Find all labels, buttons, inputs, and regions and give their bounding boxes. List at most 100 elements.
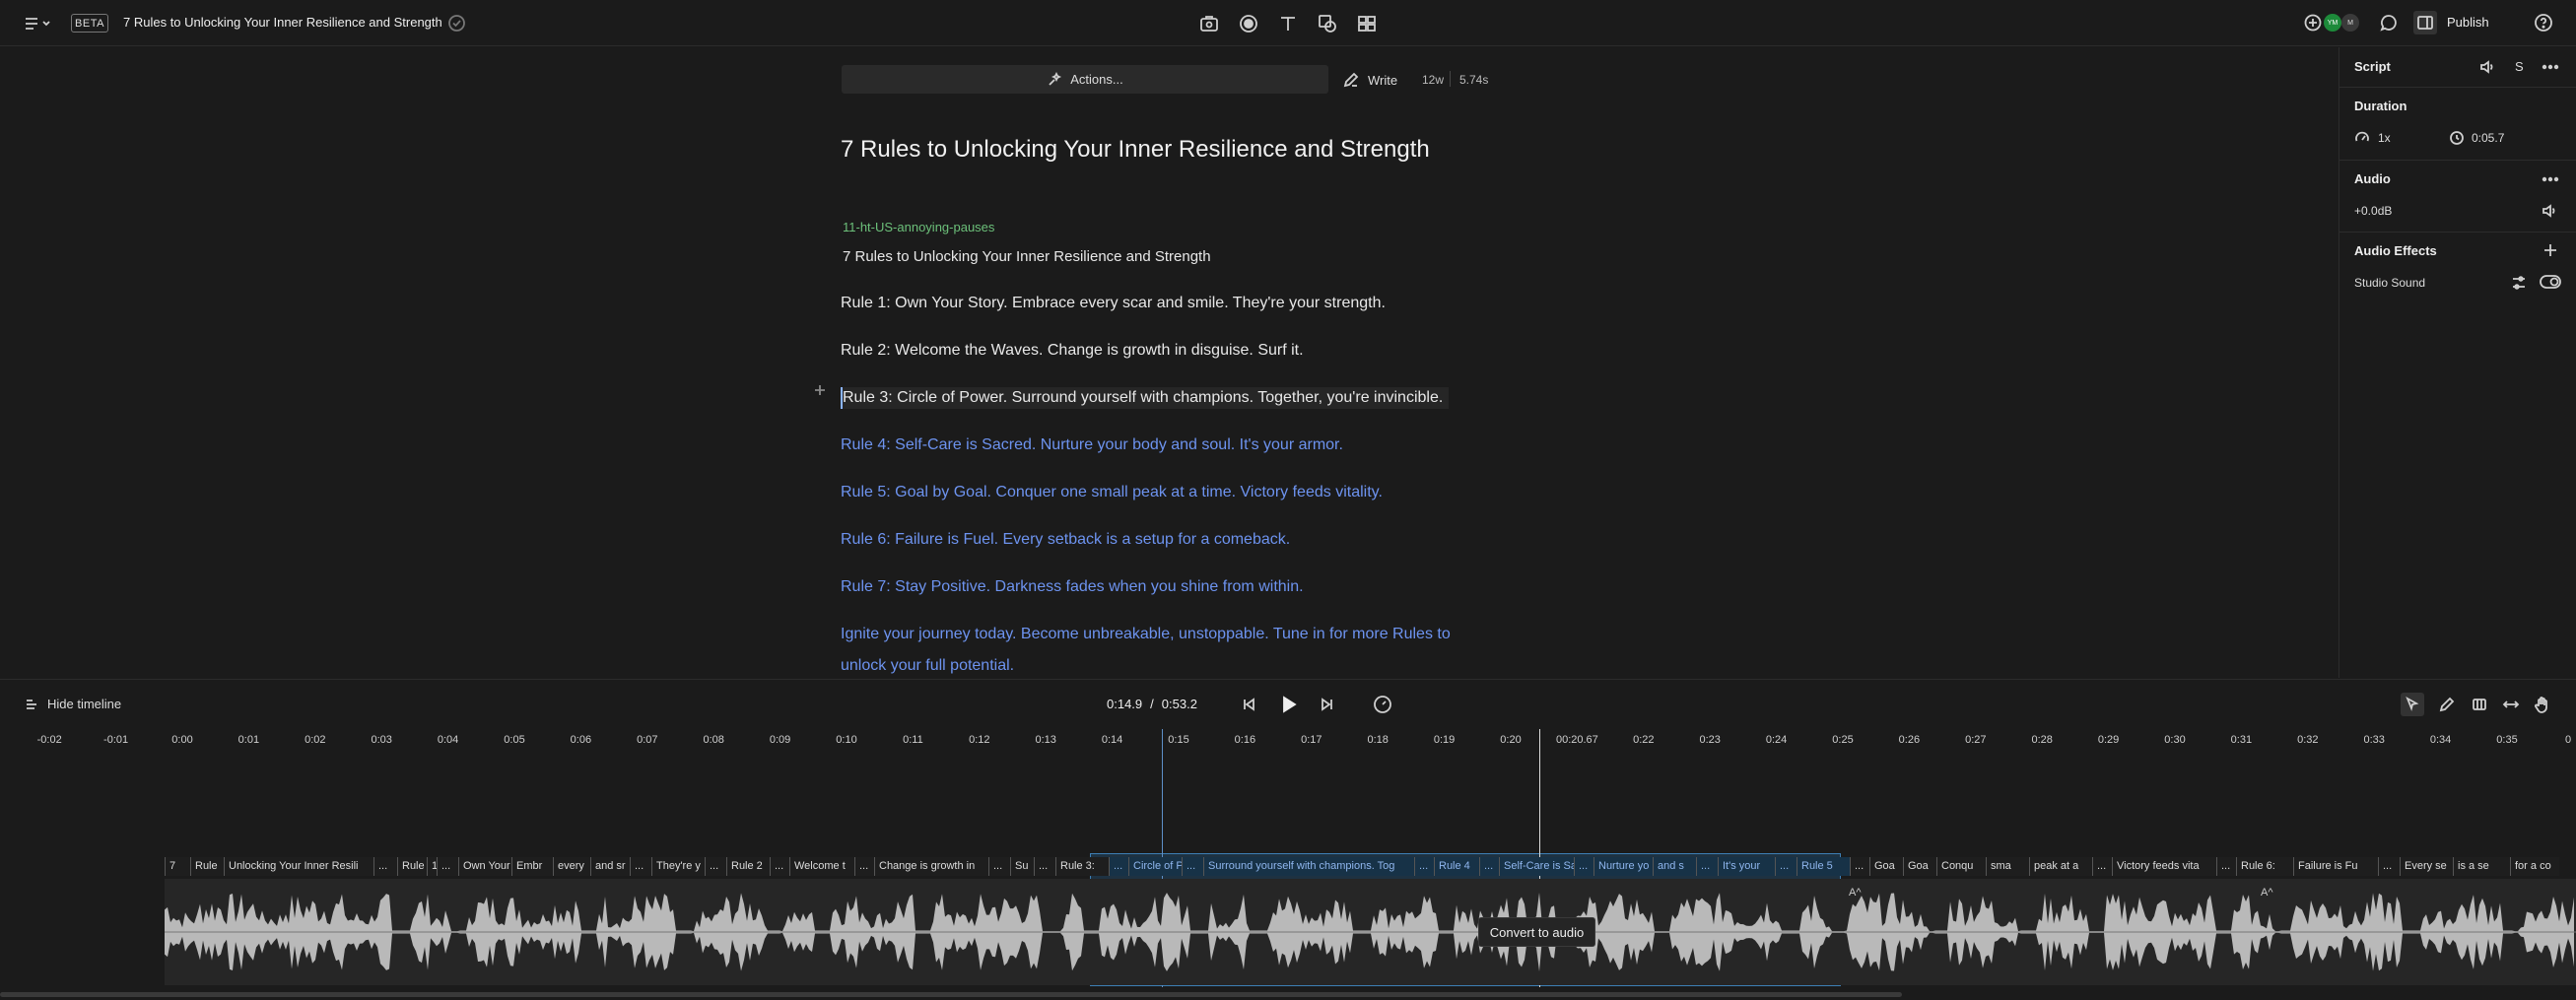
- document-title[interactable]: 7 Rules to Unlocking Your Inner Resilien…: [123, 14, 442, 32]
- convert-to-audio-tooltip[interactable]: Convert to audio: [1478, 917, 1595, 947]
- script-paragraph[interactable]: unlock your full potential.: [841, 655, 1014, 677]
- word-track[interactable]: 7RuleUnlocking Your Inner Resili...Rule1…: [165, 857, 2576, 876]
- script-paragraph[interactable]: Rule 4: Self-Care is Sacred. Nurture you…: [841, 434, 1343, 456]
- word-segment[interactable]: Failure is Fu: [2293, 857, 2378, 876]
- word-segment[interactable]: Surround yourself with champions. Tog: [1203, 857, 1414, 876]
- word-segment[interactable]: 1: [427, 857, 437, 876]
- word-segment[interactable]: ...: [1850, 857, 1869, 876]
- comment-icon[interactable]: [2379, 13, 2399, 33]
- help-icon[interactable]: [2534, 13, 2553, 33]
- word-segment[interactable]: Welcome t: [789, 857, 854, 876]
- menu-icon[interactable]: [24, 15, 53, 33]
- script-paragraph[interactable]: 7 Rules to Unlocking Your Inner Resilien…: [843, 246, 1211, 268]
- sliders-icon[interactable]: [2510, 274, 2528, 292]
- word-segment[interactable]: Rule 6:: [2236, 857, 2293, 876]
- word-segment[interactable]: Rule 4: [1434, 857, 1479, 876]
- hand-tool-icon[interactable]: [2532, 694, 2553, 715]
- word-segment[interactable]: Change is growth in: [874, 857, 988, 876]
- playback-speed-icon[interactable]: [1372, 694, 1393, 715]
- word-segment[interactable]: It's your: [1718, 857, 1775, 876]
- word-segment[interactable]: and s: [1653, 857, 1696, 876]
- track-marker[interactable]: A^: [1849, 887, 1862, 899]
- add-effect-icon[interactable]: [2542, 242, 2558, 258]
- word-segment[interactable]: is a se: [2453, 857, 2510, 876]
- studio-sound-toggle[interactable]: [2540, 275, 2561, 289]
- word-segment[interactable]: They're y: [651, 857, 705, 876]
- word-segment[interactable]: ...: [1034, 857, 1055, 876]
- skip-forward-icon[interactable]: [1318, 695, 1337, 714]
- speaker-label[interactable]: 11-ht-US-annoying-pauses: [843, 219, 994, 236]
- word-segment[interactable]: Victory feeds vita: [2112, 857, 2216, 876]
- word-segment[interactable]: Every se: [2400, 857, 2453, 876]
- trim-tool-icon[interactable]: [2469, 694, 2490, 715]
- select-tool-icon[interactable]: [2401, 693, 2424, 716]
- word-segment[interactable]: ...: [1775, 857, 1796, 876]
- word-segment[interactable]: ...: [770, 857, 789, 876]
- script-paragraph[interactable]: Rule 3: Circle of Power. Surround yourse…: [841, 387, 1450, 409]
- add-block-icon[interactable]: [812, 382, 828, 398]
- toggle-panel-icon[interactable]: [2413, 11, 2437, 34]
- gain-value[interactable]: +0.0dB: [2354, 204, 2392, 218]
- word-segment[interactable]: ...: [2216, 857, 2236, 876]
- word-segment[interactable]: ...: [2378, 857, 2400, 876]
- word-segment[interactable]: Conqu: [1936, 857, 1986, 876]
- more-icon[interactable]: [2541, 58, 2560, 76]
- avatar[interactable]: YM: [2324, 14, 2341, 32]
- more-icon[interactable]: [2541, 170, 2560, 188]
- word-segment[interactable]: Rule 5: [1796, 857, 1850, 876]
- record-box-icon[interactable]: [1198, 13, 1220, 34]
- play-icon[interactable]: [1277, 694, 1299, 715]
- word-segment[interactable]: Unlocking Your Inner Resili: [224, 857, 373, 876]
- word-segment[interactable]: Self-Care is Sa: [1499, 857, 1574, 876]
- word-segment[interactable]: Su: [1010, 857, 1034, 876]
- fit-width-icon[interactable]: [2500, 694, 2522, 715]
- add-collaborator-icon[interactable]: [2304, 14, 2322, 32]
- word-segment[interactable]: Goa: [1869, 857, 1903, 876]
- edit-tool-icon[interactable]: [2436, 694, 2458, 715]
- word-segment[interactable]: ...: [437, 857, 458, 876]
- script-paragraph[interactable]: Rule 2: Welcome the Waves. Change is gro…: [841, 340, 1304, 362]
- word-segment[interactable]: 7: [165, 857, 190, 876]
- script-paragraph[interactable]: Ignite your journey today. Become unbrea…: [841, 624, 1451, 645]
- word-segment[interactable]: ...: [1696, 857, 1718, 876]
- skip-back-icon[interactable]: [1239, 695, 1258, 714]
- word-segment[interactable]: Nurture yo: [1593, 857, 1653, 876]
- time-ruler[interactable]: -0:03-0:02-0:010:000:010:020:030:040:050…: [0, 729, 2576, 751]
- script-paragraph[interactable]: Rule 6: Failure is Fuel. Every setback i…: [841, 529, 1290, 551]
- word-segment[interactable]: sma: [1986, 857, 2029, 876]
- word-segment[interactable]: Rule 3:: [1055, 857, 1109, 876]
- word-segment[interactable]: Goa: [1903, 857, 1936, 876]
- word-segment[interactable]: ...: [1414, 857, 1434, 876]
- word-segment[interactable]: and sr: [590, 857, 630, 876]
- word-segment[interactable]: ...: [1182, 857, 1203, 876]
- grid-icon[interactable]: [1356, 13, 1378, 34]
- word-segment[interactable]: ...: [373, 857, 397, 876]
- text-icon[interactable]: [1277, 13, 1299, 34]
- duration-value[interactable]: 0:05.7: [2472, 131, 2504, 145]
- word-segment[interactable]: Rule: [190, 857, 224, 876]
- publish-button[interactable]: Publish: [2447, 13, 2489, 33]
- page-title[interactable]: 7 Rules to Unlocking Your Inner Resilien…: [841, 133, 1430, 167]
- word-segment[interactable]: Circle of P: [1128, 857, 1182, 876]
- word-segment[interactable]: peak at a: [2029, 857, 2092, 876]
- write-button[interactable]: Write: [1342, 71, 1397, 89]
- track-marker[interactable]: A^: [2261, 887, 2273, 899]
- word-segment[interactable]: ...: [1109, 857, 1128, 876]
- word-segment[interactable]: Rule: [397, 857, 427, 876]
- word-segment[interactable]: ...: [705, 857, 726, 876]
- avatar[interactable]: M: [2341, 14, 2359, 32]
- speaker-icon[interactable]: [2478, 58, 2496, 76]
- shapes-icon[interactable]: [1317, 13, 1338, 34]
- word-segment[interactable]: ...: [988, 857, 1010, 876]
- word-segment[interactable]: ...: [854, 857, 874, 876]
- word-segment[interactable]: ...: [630, 857, 651, 876]
- word-segment[interactable]: Own Your: [458, 857, 511, 876]
- horizontal-scrollbar[interactable]: [0, 990, 2576, 1000]
- actions-button[interactable]: Actions...: [842, 65, 1328, 94]
- word-segment[interactable]: Embr: [511, 857, 553, 876]
- word-segment[interactable]: ...: [2092, 857, 2112, 876]
- waveform-track[interactable]: [165, 879, 2576, 985]
- word-segment[interactable]: for a co: [2510, 857, 2559, 876]
- strike-button[interactable]: S: [2515, 59, 2524, 74]
- word-segment[interactable]: every: [553, 857, 590, 876]
